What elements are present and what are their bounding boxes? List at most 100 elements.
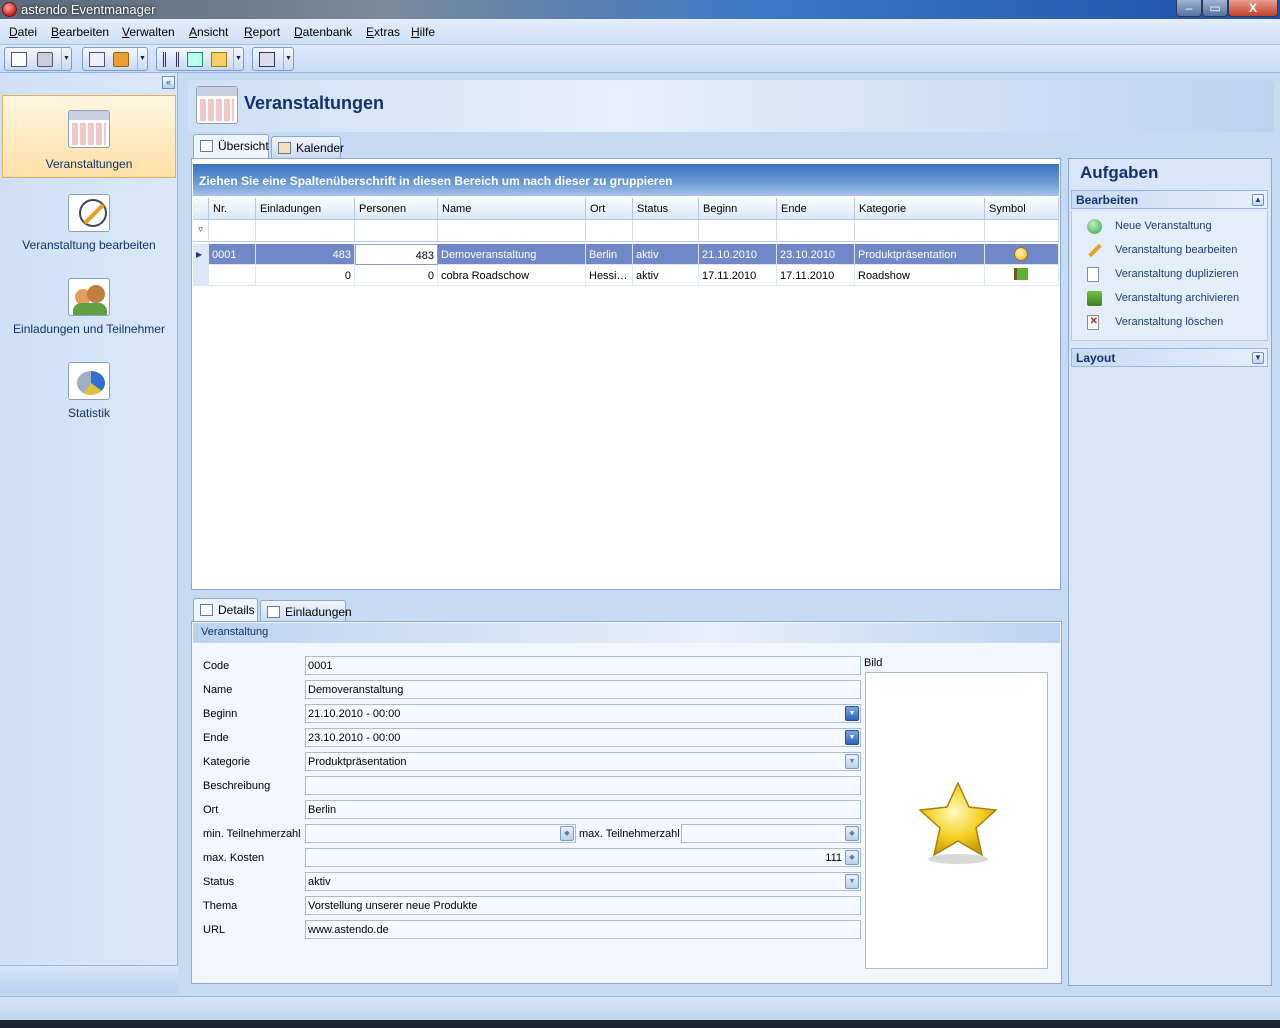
chevron-down-icon[interactable]: ▼ <box>283 48 293 70</box>
menu-bearbeiten[interactable]: Bearbeiten <box>51 25 109 39</box>
column-header-status[interactable]: Status <box>633 198 699 220</box>
cell-einladungen[interactable]: 0 <box>256 265 355 286</box>
min-teilnehmerzahl-spinner[interactable]: ◆ <box>305 824 576 843</box>
task-veranstaltung-duplizieren[interactable]: Veranstaltung duplizieren <box>1115 268 1239 280</box>
spinner-icon[interactable]: ◆ <box>560 826 574 841</box>
code-field[interactable]: 0001 <box>305 656 861 675</box>
nav-item-veranstaltungen[interactable]: Veranstaltungen <box>2 95 176 178</box>
briefcase-icon[interactable] <box>113 52 129 67</box>
cell-beginn[interactable]: 21.10.2010 <box>699 244 777 265</box>
name-field[interactable]: Demoveranstaltung <box>305 680 861 699</box>
cell-symbol[interactable] <box>985 244 1059 265</box>
cell-beginn[interactable]: 17.11.2010 <box>699 265 777 286</box>
document-icon[interactable] <box>89 52 105 67</box>
row-selector-icon[interactable]: ▶ <box>193 244 209 265</box>
column-header-einladungen[interactable]: Einladungen <box>256 198 355 220</box>
cell-kategorie[interactable]: Roadshow <box>855 265 985 286</box>
tab-kalender[interactable]: Kalender <box>271 136 344 158</box>
menu-extras[interactable]: Extras <box>366 25 400 39</box>
column-header-ende[interactable]: Ende <box>777 198 855 220</box>
print-icon[interactable] <box>37 52 53 67</box>
close-button[interactable]: X <box>1228 0 1278 17</box>
max-teilnehmerzahl-spinner[interactable]: ◆ <box>681 824 861 843</box>
minimize-button[interactable]: ‒ <box>1176 0 1202 17</box>
tasks-section-bearbeiten[interactable]: Bearbeiten ▲ <box>1071 190 1268 209</box>
cell-status[interactable]: aktiv <box>633 265 699 286</box>
nav-item-einladungen[interactable]: Einladungen und Teilnehmer <box>2 278 176 348</box>
tab-uebersicht[interactable]: Übersicht <box>193 134 269 158</box>
chevron-down-icon[interactable]: ▼ <box>845 754 859 769</box>
nav-item-veranstaltung-bearbeiten[interactable]: Veranstaltung bearbeiten <box>2 194 176 264</box>
cell-name[interactable]: Demoveranstaltung <box>438 244 586 265</box>
ende-datepicker[interactable]: 23.10.2010 - 00:00 ▼ <box>305 728 861 747</box>
chevron-down-icon[interactable]: ▼ <box>845 874 859 889</box>
menu-ansicht[interactable]: Ansicht <box>189 25 228 39</box>
task-veranstaltung-bearbeiten[interactable]: Veranstaltung bearbeiten <box>1115 244 1237 256</box>
cell-ort[interactable]: Hessi… <box>586 265 633 286</box>
cell-status[interactable]: aktiv <box>633 244 699 265</box>
chevron-down-icon[interactable]: ▼ <box>233 48 243 70</box>
column-header-personen[interactable]: Personen <box>355 198 438 220</box>
chevron-down-icon[interactable]: ▼ <box>845 730 859 745</box>
chevron-down-icon[interactable]: ▼ <box>845 706 859 721</box>
tab-details[interactable]: Details <box>193 598 258 622</box>
thema-field[interactable]: Vorstellung unserer neue Produkte <box>305 896 861 915</box>
filter-cell[interactable] <box>438 220 586 242</box>
column-header-beginn[interactable]: Beginn <box>699 198 777 220</box>
filter-cell[interactable] <box>586 220 633 242</box>
cell-nr[interactable]: 0001 <box>209 244 256 265</box>
folder-icon[interactable] <box>211 52 227 67</box>
collapse-icon[interactable]: « <box>162 76 175 89</box>
filter-cell[interactable] <box>256 220 355 242</box>
cell-nr[interactable] <box>209 265 256 286</box>
column-header-ort[interactable]: Ort <box>586 198 633 220</box>
image-box[interactable] <box>865 672 1048 969</box>
filter-cell[interactable] <box>985 220 1059 242</box>
beginn-datepicker[interactable]: 21.10.2010 - 00:00 ▼ <box>305 704 861 723</box>
task-veranstaltung-archivieren[interactable]: Veranstaltung archivieren <box>1115 292 1239 304</box>
columns-icon[interactable] <box>163 52 179 67</box>
chevron-down-icon[interactable]: ▼ <box>1252 352 1264 364</box>
task-veranstaltung-loeschen[interactable]: Veranstaltung löschen <box>1115 316 1223 328</box>
kategorie-select[interactable]: Produktpräsentation ▼ <box>305 752 861 771</box>
max-kosten-spinner[interactable]: 111 ◆ <box>305 848 861 867</box>
task-neue-veranstaltung[interactable]: Neue Veranstaltung <box>1115 220 1212 232</box>
cell-einladungen[interactable]: 483 <box>256 244 355 265</box>
chevron-up-icon[interactable]: ▲ <box>1252 194 1264 206</box>
filter-cell[interactable] <box>855 220 985 242</box>
beschreibung-field[interactable] <box>305 776 861 795</box>
cell-name[interactable]: cobra Roadschow <box>438 265 586 286</box>
cell-ende[interactable]: 17.11.2010 <box>777 265 855 286</box>
export-icon[interactable] <box>259 52 275 67</box>
filter-cell[interactable] <box>777 220 855 242</box>
menu-datei[interactable]: Datei <box>9 25 37 39</box>
cell-symbol[interactable] <box>985 265 1059 286</box>
copy-icon[interactable] <box>11 52 27 67</box>
spinner-icon[interactable]: ◆ <box>845 826 859 841</box>
group-by-area[interactable]: Ziehen Sie eine Spaltenüberschrift in di… <box>193 164 1059 196</box>
maximize-button[interactable]: ▭ <box>1202 0 1228 17</box>
column-header-name[interactable]: Name <box>438 198 586 220</box>
cell-kategorie[interactable]: Produktpräsentation <box>855 244 985 265</box>
cell-personen[interactable]: 0 <box>355 265 438 286</box>
row-selector[interactable] <box>193 265 209 286</box>
column-header-nr[interactable]: Nr. <box>209 198 256 220</box>
table-icon[interactable] <box>187 52 203 67</box>
filter-cell[interactable] <box>355 220 438 242</box>
tab-einladungen[interactable]: Einladungen <box>260 600 352 622</box>
url-field[interactable]: www.astendo.de <box>305 920 861 939</box>
chevron-down-icon[interactable]: ▼ <box>61 48 71 70</box>
cell-ort[interactable]: Berlin <box>586 244 633 265</box>
spinner-icon[interactable]: ◆ <box>845 850 859 865</box>
filter-cell[interactable] <box>209 220 256 242</box>
menu-verwalten[interactable]: Verwalten <box>122 25 175 39</box>
ort-field[interactable]: Berlin <box>305 800 861 819</box>
tasks-section-layout[interactable]: Layout ▼ <box>1071 348 1268 367</box>
column-header-kategorie[interactable]: Kategorie <box>855 198 985 220</box>
cell-ende[interactable]: 23.10.2010 <box>777 244 855 265</box>
filter-cell[interactable] <box>633 220 699 242</box>
menu-report[interactable]: Report <box>244 25 280 39</box>
column-header-symbol[interactable]: Symbol <box>985 198 1059 220</box>
nav-item-statistik[interactable]: Statistik <box>2 362 176 432</box>
menu-datenbank[interactable]: Datenbank <box>294 25 352 39</box>
